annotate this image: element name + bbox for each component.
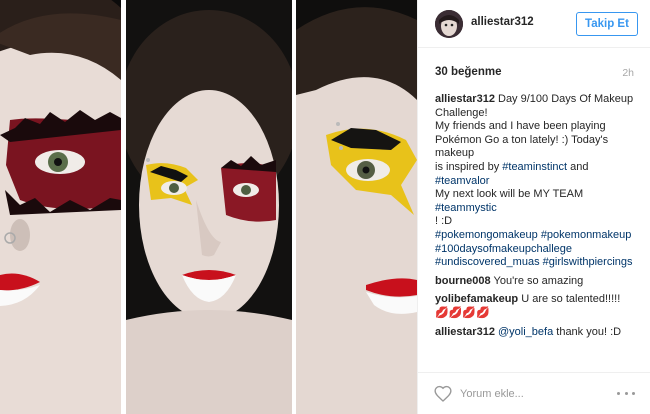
avatar[interactable] xyxy=(435,10,463,38)
caption-line: My next look will be MY TEAM #teammystic xyxy=(435,188,640,215)
comment-emoji: 💋💋💋💋 xyxy=(435,306,490,319)
comment-text: U are so talented!!!!! xyxy=(521,293,621,306)
comment-username[interactable]: yolibefamakeup xyxy=(435,293,518,305)
hashtag-link[interactable]: #100daysofmakeupchallege xyxy=(435,243,572,255)
dot xyxy=(624,391,628,395)
hashtag-link[interactable]: #girlswithpiercings xyxy=(543,256,633,268)
comment-item: alliestar312 @yoli_befa thank you! :D xyxy=(435,326,640,340)
photo-panel-red-mask xyxy=(0,0,121,414)
comment-item: bourne008 You're so amazing xyxy=(435,275,640,289)
caption-line: #pokemongomakeup #pokemonmakeup xyxy=(435,229,640,243)
caption-text: and xyxy=(570,160,589,173)
more-options-icon[interactable] xyxy=(617,386,635,400)
caption-text: My next look will be MY TEAM xyxy=(435,188,584,201)
hashtag-link[interactable]: #teamvalor xyxy=(435,175,489,187)
caption-line: is inspired by #teaminstinct and #teamva… xyxy=(435,161,640,188)
comment-text: You're so amazing xyxy=(493,274,584,287)
caption-text: Challenge! xyxy=(435,106,488,119)
photo-panel-center-face xyxy=(126,0,292,414)
hashtag-link[interactable]: #pokemongomakeup xyxy=(435,229,538,241)
hashtag-link[interactable]: #undiscovered_muas xyxy=(435,256,540,268)
hashtag-link[interactable]: #teaminstinct xyxy=(502,161,567,173)
comment-item: yolibefamakeup U are so talented!!!!! 💋💋… xyxy=(435,293,640,320)
comment-bar xyxy=(418,372,650,414)
dot xyxy=(617,391,620,395)
post-photo[interactable] xyxy=(0,0,417,414)
post-timestamp[interactable]: 2h xyxy=(622,67,634,79)
comment-username[interactable]: bourne008 xyxy=(435,275,491,287)
mention-link[interactable]: @yoli_befa xyxy=(498,326,553,338)
caption: alliestar312 Day 9/100 Days Of Makeup Ch… xyxy=(435,93,640,270)
follow-button[interactable]: Takip Et xyxy=(576,12,638,36)
caption-text: My friends and I have been playing xyxy=(435,120,606,133)
hashtag-link[interactable]: #pokemonmakeup xyxy=(541,229,632,241)
caption-username[interactable]: alliestar312 xyxy=(435,93,495,105)
like-count[interactable]: 30 beğenme xyxy=(435,66,501,78)
post-header: alliestar312 Takip Et xyxy=(418,0,650,48)
comment-username[interactable]: alliestar312 xyxy=(435,326,495,338)
post-author-username[interactable]: alliestar312 xyxy=(471,16,534,28)
caption-line: #undiscovered_muas #girlswithpiercings xyxy=(435,256,640,270)
heart-icon[interactable] xyxy=(434,385,452,402)
caption-text: ! :D xyxy=(435,215,453,228)
comment-text: thank you! :D xyxy=(556,325,622,338)
post-sidebar: alliestar312 Takip Et 30 beğenme 2h alli… xyxy=(417,0,650,414)
caption-line: #100daysofmakeupchallege xyxy=(435,243,640,257)
comment-input[interactable] xyxy=(460,385,600,403)
hashtag-link[interactable]: #teammystic xyxy=(435,202,497,214)
dot xyxy=(632,391,635,395)
photo-panel-yellow-mask xyxy=(296,0,417,414)
comment-list: alliestar312 Day 9/100 Days Of Makeup Ch… xyxy=(435,93,640,344)
caption-text: Pokémon Go a ton lately! :) Today's make… xyxy=(435,133,609,160)
caption-text: is inspired by xyxy=(435,160,500,173)
caption-text: Day 9/100 Days Of Makeup xyxy=(498,93,634,105)
